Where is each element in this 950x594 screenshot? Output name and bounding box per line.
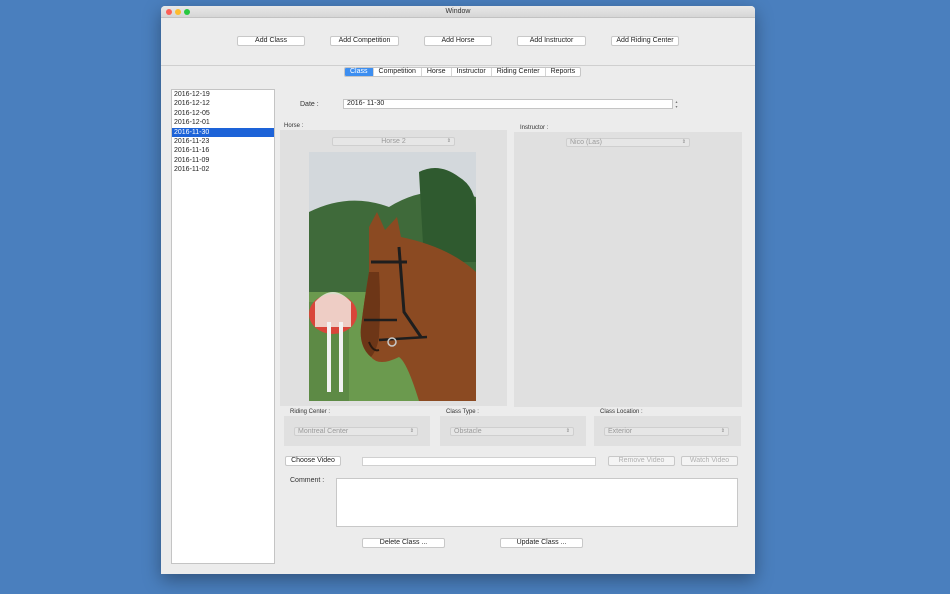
list-item[interactable]: 2016-11-02 [172, 165, 274, 174]
update-class-button[interactable]: Update Class ... [500, 538, 583, 548]
class-location-popup-value: Exterior [608, 428, 633, 435]
popup-arrows-icon: ⇕ [681, 139, 686, 145]
list-item[interactable]: 2016-12-05 [172, 109, 274, 118]
remove-video-button[interactable]: Remove Video [608, 456, 675, 466]
tab-instructor[interactable]: Instructor [452, 68, 492, 76]
list-item[interactable]: 2016-12-12 [172, 99, 274, 108]
watch-video-button[interactable]: Watch Video [681, 456, 738, 466]
list-item[interactable]: 2016-11-23 [172, 137, 274, 146]
list-item[interactable]: 2016-12-19 [172, 90, 274, 99]
section-tabs: Class Competition Horse Instructor Ridin… [344, 67, 582, 77]
horse-popup-value: Horse 2 [381, 138, 406, 145]
riding-center-popup[interactable]: Montreal Center ⇕ [294, 427, 418, 436]
riding-center-popup-value: Montreal Center [298, 428, 349, 435]
add-horse-button[interactable]: Add Horse [424, 36, 492, 46]
comment-textarea[interactable] [336, 478, 738, 527]
horse-photo [309, 152, 476, 401]
class-type-popup[interactable]: Obstacle ⇕ [450, 427, 574, 436]
comment-label: Comment : [290, 477, 325, 484]
class-type-label: Class Type : [446, 409, 479, 415]
choose-video-button[interactable]: Choose Video [285, 456, 341, 466]
popup-arrows-icon: ⇕ [409, 428, 414, 434]
list-item[interactable]: 2016-12-01 [172, 118, 274, 127]
popup-arrows-icon: ⇕ [720, 428, 725, 434]
horse-label: Horse : [284, 123, 304, 129]
instructor-label: Instructor : [520, 125, 549, 131]
tab-reports[interactable]: Reports [546, 68, 581, 76]
list-item[interactable]: 2016-11-09 [172, 156, 274, 165]
tab-class[interactable]: Class [345, 68, 374, 76]
popup-arrows-icon: ⇕ [565, 428, 570, 434]
delete-class-button[interactable]: Delete Class ... [362, 538, 445, 548]
title-bar[interactable]: Window [161, 6, 755, 18]
instructor-popup-value: Nico (Las) [570, 139, 602, 146]
instructor-popup[interactable]: Nico (Las) ⇕ [566, 138, 690, 147]
class-date-list[interactable]: 2016-12-19 2016-12-12 2016-12-05 2016-12… [171, 89, 275, 564]
tab-competition[interactable]: Competition [374, 68, 422, 76]
list-item[interactable]: 2016-11-16 [172, 146, 274, 155]
instructor-panel [514, 132, 742, 407]
tab-riding-center[interactable]: Riding Center [492, 68, 546, 76]
horse-popup[interactable]: Horse 2 ⇕ [332, 137, 455, 146]
class-location-popup[interactable]: Exterior ⇕ [604, 427, 729, 436]
video-path-field[interactable] [362, 457, 596, 466]
add-class-button[interactable]: Add Class [237, 36, 305, 46]
class-location-label: Class Location : [600, 409, 643, 415]
add-competition-button[interactable]: Add Competition [330, 36, 399, 46]
stepper-arrows-icon[interactable]: ▴ ▾ [674, 99, 679, 109]
window-title: Window [445, 8, 471, 15]
horse-photo-image [309, 152, 476, 401]
add-riding-center-button[interactable]: Add Riding Center [611, 36, 679, 46]
toolbar: Add Class Add Competition Add Horse Add … [161, 19, 755, 66]
class-type-popup-value: Obstacle [454, 428, 482, 435]
add-instructor-button[interactable]: Add Instructor [517, 36, 586, 46]
riding-center-label: Riding Center : [290, 409, 331, 415]
date-field[interactable]: 2016- 11-30 [343, 99, 673, 109]
app-window: Window Add Class Add Competition Add Hor… [161, 6, 755, 574]
tab-horse[interactable]: Horse [422, 68, 452, 76]
list-item-selected[interactable]: 2016-11-30 [172, 127, 274, 137]
date-label: Date : [300, 101, 319, 108]
popup-arrows-icon: ⇕ [446, 138, 451, 144]
